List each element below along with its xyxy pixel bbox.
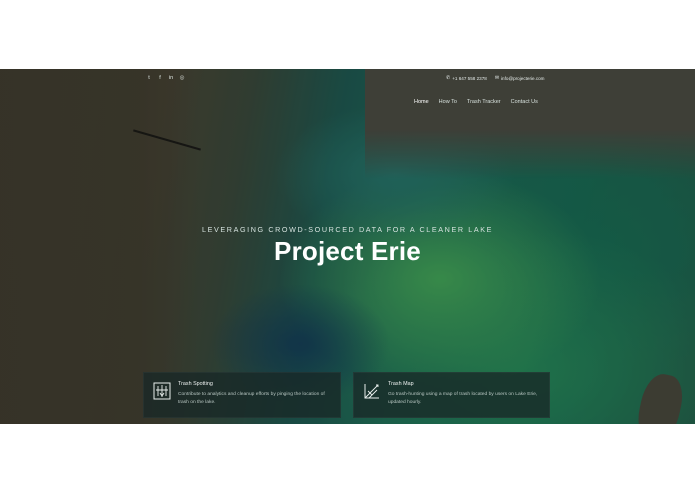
twitter-icon[interactable]: t: [146, 74, 152, 82]
phone-contact[interactable]: ✆ +1 647 558 2378: [446, 75, 487, 81]
card-title: Trash Map: [388, 381, 414, 387]
social-links: t f in ◎: [146, 74, 185, 82]
card-description: Contribute to analytics and cleanup effo…: [178, 392, 325, 405]
nav-home[interactable]: Home: [414, 99, 429, 105]
card-description: Go trash-hunting using a map of trash lo…: [388, 392, 538, 405]
facebook-icon[interactable]: f: [157, 74, 163, 82]
trash-map-icon: [364, 384, 379, 399]
instagram-icon[interactable]: ◎: [179, 74, 185, 82]
email-contact[interactable]: ✉ info@projecterie.com: [495, 75, 545, 81]
page: t f in ◎ ✆ +1 647 558 2378 ✉ info@projec…: [0, 0, 695, 494]
linkedin-icon[interactable]: in: [168, 74, 174, 82]
contact-info: ✆ +1 647 558 2378 ✉ info@projecterie.com: [446, 75, 545, 81]
feature-card-trash-map[interactable]: Trash Map Go trash-hunting using a map o…: [353, 372, 550, 418]
mail-icon: ✉: [494, 75, 500, 81]
trash-spotting-icon: [153, 382, 171, 400]
nav-trash-tracker[interactable]: Trash Tracker: [467, 99, 501, 105]
hero-tagline: LEVERAGING CROWD-SOURCED DATA FOR A CLEA…: [202, 225, 493, 234]
nav-contact-us[interactable]: Contact Us: [511, 99, 538, 105]
main-nav: Home How To Trash Tracker Contact Us: [414, 99, 538, 105]
phone-number: +1 647 558 2378: [452, 75, 487, 81]
phone-icon: ✆: [446, 75, 451, 81]
email-address: info@projecterie.com: [501, 75, 545, 81]
card-title: Trash Spotting: [178, 381, 213, 387]
nav-how-to[interactable]: How To: [439, 99, 457, 105]
hero-title: Project Erie: [274, 236, 421, 266]
feature-card-trash-spotting[interactable]: Trash Spotting Contribute to analytics a…: [143, 372, 341, 418]
